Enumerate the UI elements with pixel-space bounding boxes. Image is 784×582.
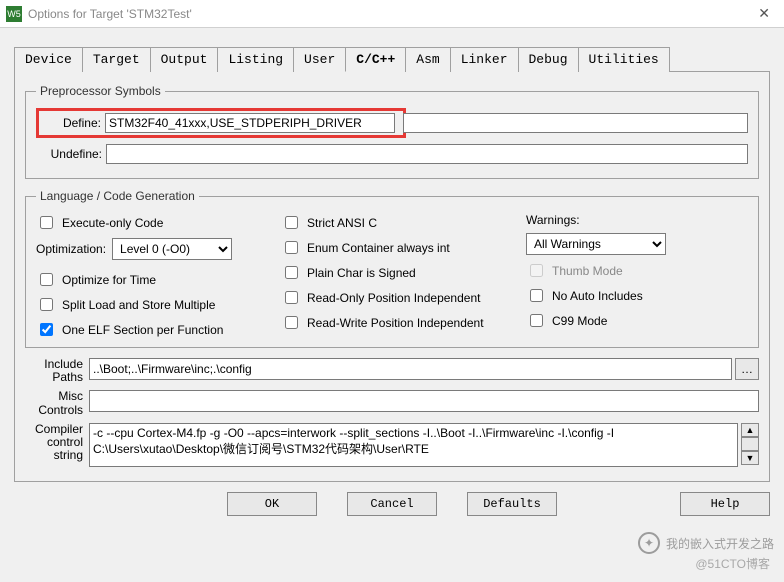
warnings-label: Warnings: <box>526 213 748 227</box>
defaults-button[interactable]: Defaults <box>467 492 557 516</box>
close-icon[interactable]: ✕ <box>750 5 778 22</box>
app-icon: W5 <box>6 6 22 22</box>
tab-debug[interactable]: Debug <box>518 47 579 72</box>
tab-cpp[interactable]: C/C++ <box>345 47 406 72</box>
language-legend: Language / Code Generation <box>36 189 199 203</box>
tab-asm[interactable]: Asm <box>405 47 450 72</box>
tab-user[interactable]: User <box>293 47 346 72</box>
rw-pos-checkbox[interactable]: Read-Write Position Independent <box>281 313 516 332</box>
cancel-button[interactable]: Cancel <box>347 492 437 516</box>
split-load-checkbox[interactable]: Split Load and Store Multiple <box>36 295 271 314</box>
scroll-up-icon[interactable]: ▲ <box>741 423 759 437</box>
preprocessor-group: Preprocessor Symbols Define: Undefine: <box>25 84 759 179</box>
plain-char-checkbox[interactable]: Plain Char is Signed <box>281 263 516 282</box>
no-auto-inc-checkbox[interactable]: No Auto Includes <box>526 286 748 305</box>
one-elf-checkbox[interactable]: One ELF Section per Function <box>36 320 271 339</box>
wechat-icon: ✦ <box>638 532 660 554</box>
undefine-input[interactable] <box>106 144 748 164</box>
undefine-label: Undefine: <box>36 147 102 161</box>
optimize-time-checkbox[interactable]: Optimize for Time <box>36 270 271 289</box>
include-paths-label: Include Paths <box>25 358 83 384</box>
language-group: Language / Code Generation Execute-only … <box>25 189 759 348</box>
window-title: Options for Target 'STM32Test' <box>28 7 192 21</box>
include-browse-button[interactable]: … <box>735 358 759 380</box>
define-highlight: Define: <box>36 108 406 138</box>
tab-device[interactable]: Device <box>14 47 83 72</box>
define-input[interactable] <box>105 113 395 133</box>
include-paths-input[interactable] <box>89 358 732 380</box>
ro-pos-checkbox[interactable]: Read-Only Position Independent <box>281 288 516 307</box>
define-label: Define: <box>41 116 101 130</box>
compiler-string-label: Compiler control string <box>25 423 83 463</box>
tab-listing[interactable]: Listing <box>217 47 294 72</box>
c99-mode-checkbox[interactable]: C99 Mode <box>526 311 748 330</box>
misc-controls-input[interactable] <box>89 390 759 412</box>
scroll-down-icon[interactable]: ▼ <box>741 451 759 465</box>
exec-only-checkbox[interactable]: Execute-only Code <box>36 213 271 232</box>
help-button[interactable]: Help <box>680 492 770 516</box>
strict-ansi-checkbox[interactable]: Strict ANSI C <box>281 213 516 232</box>
compiler-string-textarea[interactable]: -c --cpu Cortex-M4.fp -g -O0 --apcs=inte… <box>89 423 738 467</box>
enum-container-checkbox[interactable]: Enum Container always int <box>281 238 516 257</box>
optimization-label: Optimization: <box>36 242 106 256</box>
watermark-sub: @51CTO博客 <box>695 555 770 572</box>
preprocessor-legend: Preprocessor Symbols <box>36 84 165 98</box>
compiler-scroll[interactable]: ▲▼ <box>741 423 759 465</box>
define-input-ext[interactable] <box>403 113 748 133</box>
misc-controls-label: Misc Controls <box>25 390 83 416</box>
optimization-select[interactable]: Level 0 (-O0) <box>112 238 232 260</box>
titlebar: W5 Options for Target 'STM32Test' ✕ <box>0 0 784 28</box>
tab-utilities[interactable]: Utilities <box>578 47 670 72</box>
tab-linker[interactable]: Linker <box>450 47 519 72</box>
watermark: ✦ 我的嵌入式开发之路 <box>638 532 774 554</box>
warnings-select[interactable]: All Warnings <box>526 233 666 255</box>
thumb-mode-checkbox: Thumb Mode <box>526 261 748 280</box>
tab-output[interactable]: Output <box>150 47 219 72</box>
ok-button[interactable]: OK <box>227 492 317 516</box>
tab-target[interactable]: Target <box>82 47 151 72</box>
tab-bar: Device Target Output Listing User C/C++ … <box>14 46 770 72</box>
